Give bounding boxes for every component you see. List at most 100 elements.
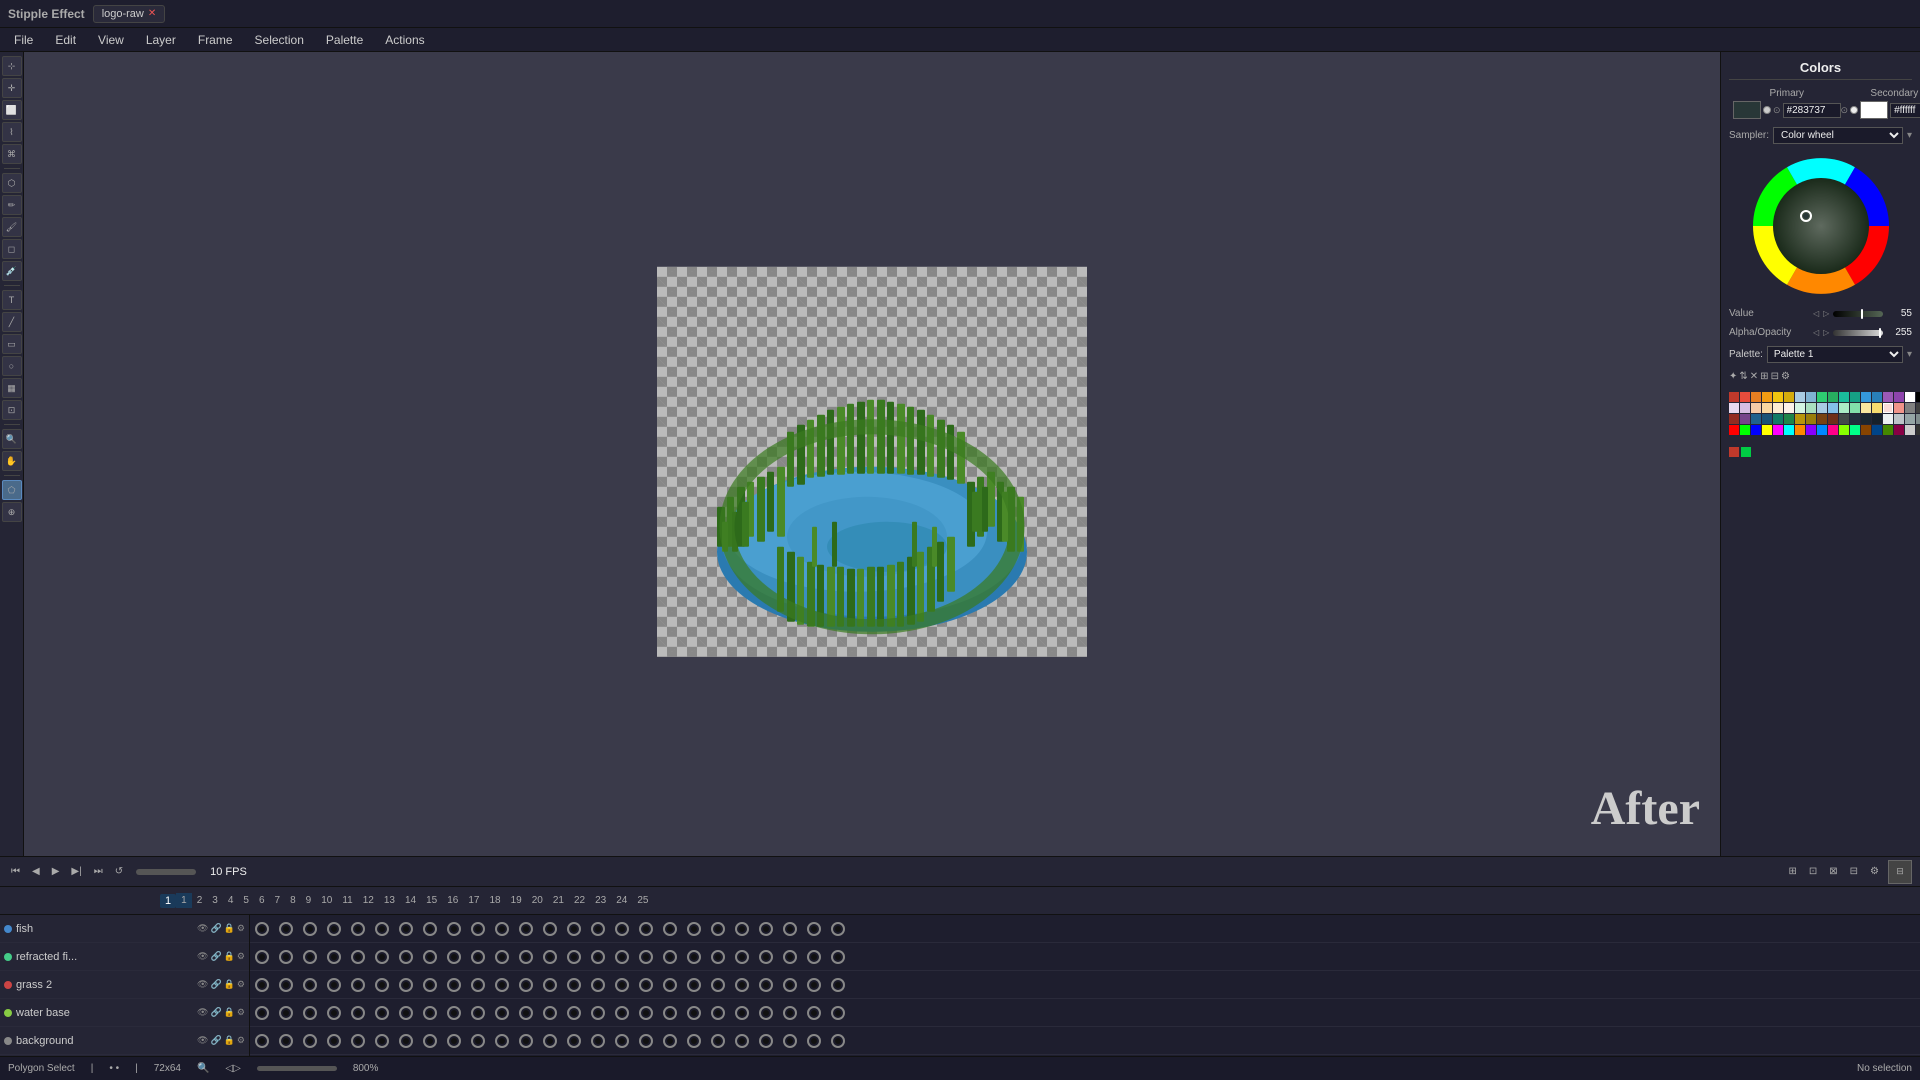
frame-number[interactable]: 2: [192, 893, 208, 908]
timeline-cell[interactable]: [538, 1001, 562, 1025]
timeline-cell[interactable]: [730, 917, 754, 941]
timeline-cell[interactable]: [274, 973, 298, 997]
timeline-cell[interactable]: [298, 973, 322, 997]
frame-settings[interactable]: ⚙: [1867, 865, 1882, 878]
palette-cell[interactable]: [1806, 392, 1816, 402]
tool-extra[interactable]: ⊕: [2, 502, 22, 522]
timeline-cell[interactable]: [826, 1001, 850, 1025]
timeline-cell[interactable]: [658, 1029, 682, 1053]
timeline-cell[interactable]: [586, 973, 610, 997]
frame-number[interactable]: 12: [358, 893, 379, 908]
timeline-cell[interactable]: [826, 1029, 850, 1053]
timeline-cell[interactable]: [586, 1029, 610, 1053]
timeline-cell[interactable]: [754, 917, 778, 941]
palette-cell[interactable]: [1872, 403, 1882, 413]
timeline-cell[interactable]: [346, 1029, 370, 1053]
frame-number[interactable]: 18: [484, 893, 505, 908]
palette-cell[interactable]: [1905, 425, 1915, 435]
timeline-cell[interactable]: [730, 1029, 754, 1053]
palette-cell[interactable]: [1839, 392, 1849, 402]
tool-cursor[interactable]: ⊹: [2, 56, 22, 76]
timeline-cell[interactable]: [274, 945, 298, 969]
timeline-minimize[interactable]: ⊟: [1888, 860, 1912, 884]
timeline-cell[interactable]: [682, 973, 706, 997]
timeline-cell[interactable]: [442, 973, 466, 997]
timeline-cell[interactable]: [706, 973, 730, 997]
layer-row[interactable]: water base👁🔗🔒⚙: [0, 999, 249, 1027]
timeline-cell[interactable]: [562, 973, 586, 997]
palette-cell[interactable]: [1839, 403, 1849, 413]
timeline-cell[interactable]: [562, 1029, 586, 1053]
timeline-cell[interactable]: [658, 1001, 682, 1025]
timeline-cell[interactable]: [370, 1001, 394, 1025]
timeline-cell[interactable]: [730, 1001, 754, 1025]
frame-number[interactable]: 8: [285, 893, 301, 908]
timeline-cell[interactable]: [634, 945, 658, 969]
timeline-cell[interactable]: [274, 1029, 298, 1053]
palette-cell[interactable]: [1916, 414, 1920, 424]
timeline-cell[interactable]: [778, 1029, 802, 1053]
alpha-right-arrow[interactable]: ▷: [1823, 328, 1829, 337]
timeline-cell[interactable]: [298, 917, 322, 941]
color-wheel[interactable]: [1751, 156, 1891, 296]
palette-cell[interactable]: [1916, 403, 1920, 413]
palette-cell[interactable]: [1839, 425, 1849, 435]
palette-cell[interactable]: [1861, 392, 1871, 402]
timeline-cell[interactable]: [514, 1001, 538, 1025]
timeline-cell[interactable]: [274, 917, 298, 941]
timeline-cell[interactable]: [706, 945, 730, 969]
timeline-cell[interactable]: [826, 917, 850, 941]
primary-extra[interactable]: ⊙: [1773, 105, 1781, 116]
timeline-cell[interactable]: [322, 1029, 346, 1053]
palette-cell[interactable]: [1729, 392, 1739, 402]
timeline-cell[interactable]: [466, 1001, 490, 1025]
timeline-cell[interactable]: [754, 945, 778, 969]
palette-cell[interactable]: [1894, 414, 1904, 424]
palette-cell[interactable]: [1784, 425, 1794, 435]
layer-row[interactable]: grass 2👁🔗🔒⚙: [0, 971, 249, 999]
timeline-cell[interactable]: [754, 1001, 778, 1025]
secondary-radio[interactable]: [1850, 106, 1858, 114]
palette-cell[interactable]: [1740, 425, 1750, 435]
palette-cell[interactable]: [1762, 425, 1772, 435]
frame-number[interactable]: 19: [506, 893, 527, 908]
timeline-play[interactable]: ▶: [49, 865, 63, 878]
timeline-cell[interactable]: [322, 945, 346, 969]
timeline-cell[interactable]: [730, 973, 754, 997]
alpha-slider-track[interactable]: [1833, 330, 1883, 336]
tool-hand[interactable]: ✋: [2, 451, 22, 471]
palette-cell[interactable]: [1850, 392, 1860, 402]
tool-line[interactable]: ╱: [2, 312, 22, 332]
tool-zoom[interactable]: 🔍: [2, 429, 22, 449]
layer-row[interactable]: background👁🔗🔒⚙: [0, 1027, 249, 1055]
palette-cell[interactable]: [1872, 392, 1882, 402]
timeline-cell[interactable]: [346, 917, 370, 941]
frame-number[interactable]: 11: [337, 893, 357, 908]
timeline-cell[interactable]: [802, 945, 826, 969]
layer-lock-icon[interactable]: 🔒: [224, 1035, 235, 1046]
timeline-cell[interactable]: [538, 945, 562, 969]
timeline-cell[interactable]: [394, 945, 418, 969]
timeline-cell[interactable]: [466, 945, 490, 969]
timeline-cell[interactable]: [418, 973, 442, 997]
timeline-cell[interactable]: [610, 917, 634, 941]
palette-cell[interactable]: [1740, 392, 1750, 402]
playback-slider[interactable]: [136, 869, 196, 875]
palette-cell[interactable]: [1905, 392, 1915, 402]
timeline-cell[interactable]: [586, 945, 610, 969]
tool-brush[interactable]: 🖌: [2, 217, 22, 237]
timeline-rewind[interactable]: ⏮: [8, 865, 23, 878]
palette-cell[interactable]: [1894, 403, 1904, 413]
menu-palette[interactable]: Palette: [316, 31, 373, 49]
timeline-cell[interactable]: [394, 917, 418, 941]
timeline-cell[interactable]: [706, 1029, 730, 1053]
menu-file[interactable]: File: [4, 31, 43, 49]
timeline-cell[interactable]: [394, 1029, 418, 1053]
frame-number[interactable]: 17: [463, 893, 484, 908]
palette-cell[interactable]: [1828, 392, 1838, 402]
timeline-end[interactable]: ⏭: [91, 865, 106, 878]
timeline-cell[interactable]: [442, 1029, 466, 1053]
palette-cell[interactable]: [1751, 392, 1761, 402]
palette-cell[interactable]: [1751, 425, 1761, 435]
timeline-cell[interactable]: [658, 917, 682, 941]
